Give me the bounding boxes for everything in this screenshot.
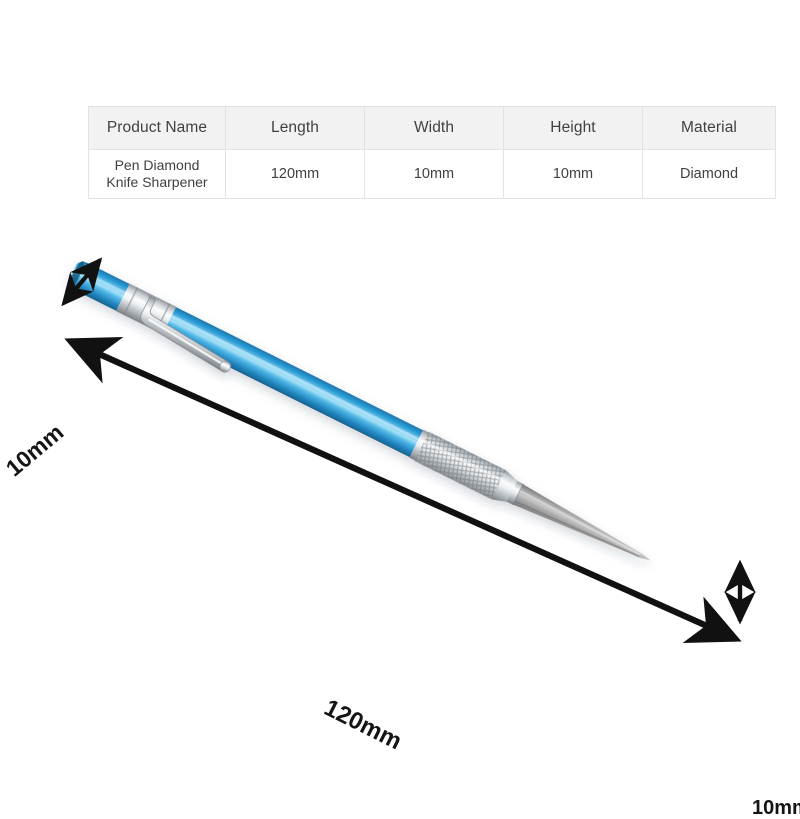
product-illustration: 10mm 120mm 10mm (0, 215, 800, 818)
dimension-label-height: 10mm (752, 797, 800, 819)
product-name-line-2: Knife Sharpener (106, 174, 208, 190)
spec-header-material: Material (642, 106, 776, 150)
product-svg (61, 257, 756, 643)
pen-barrel-sheen (170, 314, 420, 441)
spec-cell-width: 10mm (364, 149, 504, 199)
spec-header-length: Length (225, 106, 365, 150)
spec-table-header-row: Product Name Length Width Height Materia… (88, 106, 776, 150)
table-row: Pen Diamond Knife Sharpener 120mm 10mm 1… (88, 149, 776, 199)
spec-header-product-name: Product Name (88, 106, 226, 150)
spec-header-width: Width (364, 106, 504, 150)
spec-cell-length: 120mm (225, 149, 365, 199)
spec-cell-height: 10mm (503, 149, 643, 199)
length-dimension-arrow (64, 337, 742, 643)
pen-assembly (68, 261, 651, 561)
product-name-line-1: Pen Diamond (114, 157, 200, 173)
spec-cell-product-name: Pen Diamond Knife Sharpener (88, 149, 226, 199)
spec-table: Product Name Length Width Height Materia… (88, 106, 776, 199)
spec-header-height: Height (503, 106, 643, 150)
diamond-rod-highlight (519, 489, 641, 556)
spec-cell-material: Diamond (642, 149, 776, 199)
